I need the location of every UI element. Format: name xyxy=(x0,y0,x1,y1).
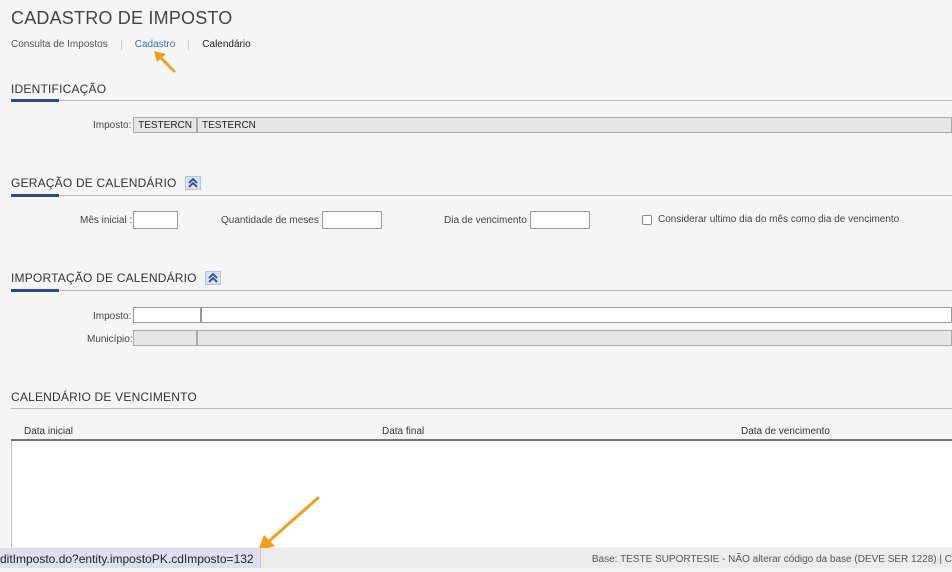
calendario-table-body xyxy=(11,441,952,547)
column-header-data-inicial[interactable]: Data inicial xyxy=(24,426,73,437)
tab-calendario[interactable]: Calendário xyxy=(202,39,250,50)
annotation-arrow-icon xyxy=(258,496,320,551)
status-bar: ditImposto.do?entity.impostoPK.cdImposto… xyxy=(0,548,952,568)
section-title-text: GERAÇÃO DE CALENDÁRIO xyxy=(11,176,177,190)
importacao-imposto-name-input[interactable] xyxy=(201,307,952,323)
annotation-arrow-icon xyxy=(154,51,176,73)
collapse-importacao-button[interactable] xyxy=(204,271,221,285)
imposto-name-field: TESTERCN xyxy=(197,117,952,133)
imposto-label: Imposto: xyxy=(93,120,132,131)
section-divider xyxy=(11,290,952,291)
section-importacao-title: IMPORTAÇÃO DE CALENDÁRIO xyxy=(11,271,221,285)
section-title-text: CALENDÁRIO DE VENCIMENTO xyxy=(11,390,197,404)
qtd-meses-input[interactable] xyxy=(322,211,382,229)
section-accent-bar xyxy=(11,194,59,197)
importacao-imposto-code-input[interactable] xyxy=(133,307,201,323)
collapse-geracao-button[interactable] xyxy=(184,176,201,190)
ultimo-dia-checkbox-label: Considerar ultimo dia do mês como dia de… xyxy=(658,214,900,225)
calendario-table-header: Data inicial Data final Data de vencimen… xyxy=(11,424,952,440)
imposto-code-field: TESTERCN xyxy=(133,117,197,133)
section-calendario-title: CALENDÁRIO DE VENCIMENTO xyxy=(11,390,197,404)
double-chevron-up-icon xyxy=(187,178,198,188)
page-title: CADASTRO DE IMPOSTO xyxy=(11,8,233,28)
dia-vencimento-label: Dia de vencimento : xyxy=(444,215,533,226)
dia-vencimento-input[interactable] xyxy=(530,211,590,229)
status-url: ditImposto.do?entity.impostoPK.cdImposto… xyxy=(0,548,261,568)
section-divider xyxy=(11,100,952,101)
column-header-data-final[interactable]: Data final xyxy=(382,426,424,437)
importacao-imposto-label: Imposto: xyxy=(93,311,132,322)
qtd-meses-label: Quantidade de meses : xyxy=(221,215,325,226)
mes-inicial-label: Mês inicial : xyxy=(80,215,133,226)
municipio-name-field xyxy=(197,330,952,346)
tab-consulta-impostos[interactable]: Consulta de Impostos xyxy=(11,39,108,50)
tab-bar: Consulta de Impostos Cadastro Calendário xyxy=(11,39,251,50)
section-accent-bar xyxy=(11,289,59,292)
mes-inicial-input[interactable] xyxy=(133,211,178,229)
section-identificacao-title: IDENTIFICAÇÃO xyxy=(11,82,106,96)
double-chevron-up-icon xyxy=(208,273,218,283)
column-header-data-vencimento[interactable]: Data de vencimento xyxy=(741,426,830,437)
section-title-text: IMPORTAÇÃO DE CALENDÁRIO xyxy=(11,271,197,285)
section-divider xyxy=(11,195,952,196)
municipio-label: Município: xyxy=(87,334,133,345)
tab-separator xyxy=(120,39,122,50)
ultimo-dia-checkbox[interactable] xyxy=(642,215,652,225)
section-divider xyxy=(11,408,952,409)
section-title-text: IDENTIFICAÇÃO xyxy=(11,82,107,96)
section-accent-bar xyxy=(11,99,59,102)
section-geracao-title: GERAÇÃO DE CALENDÁRIO xyxy=(11,176,201,190)
status-base-info: Base: TESTE SUPORTESIE - NÃO alterar cód… xyxy=(591,554,952,565)
tab-separator xyxy=(188,39,190,50)
municipio-code-field xyxy=(133,330,197,346)
